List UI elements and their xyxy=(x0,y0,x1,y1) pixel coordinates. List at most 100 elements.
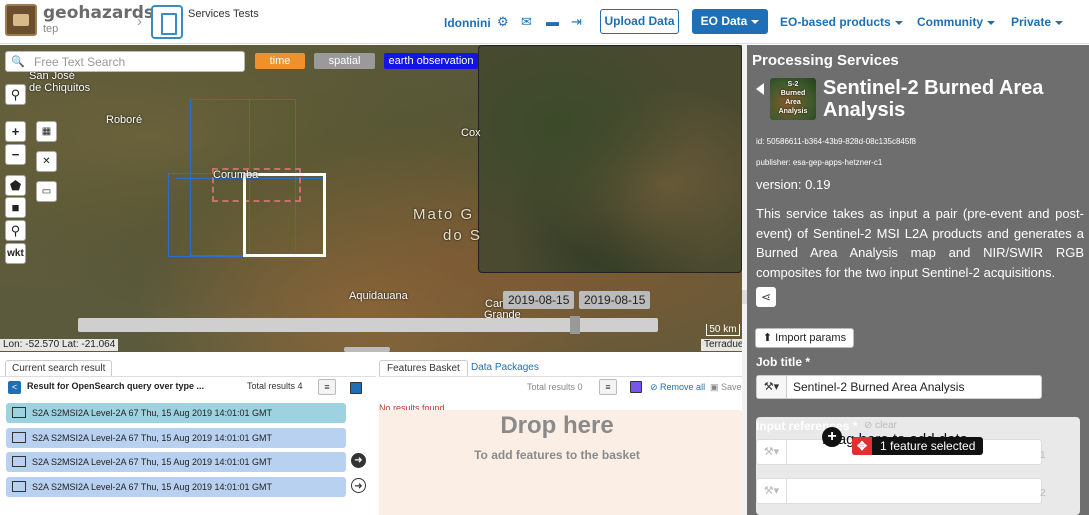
basket-color-picker[interactable] xyxy=(630,381,642,393)
results-color-picker[interactable] xyxy=(350,382,362,394)
draw-polygon-icon[interactable]: ⬟ xyxy=(5,175,26,196)
table-row[interactable]: S2A S2MSI2A Level-2A 67 Thu, 15 Aug 2019… xyxy=(6,477,346,497)
search-icon[interactable]: ⚲ xyxy=(5,84,26,105)
top-navbar: geohazards tep › Services Tests ldonnini… xyxy=(0,0,1089,44)
results-title: Result for OpenSearch query over type ..… xyxy=(27,381,205,391)
sign-out-icon[interactable]: ⇥ xyxy=(571,14,582,30)
search-results-panel: Current search result < Result for OpenS… xyxy=(0,352,376,515)
input-reference-field[interactable]: ⚒▾ xyxy=(756,478,1042,504)
service-version: version: 0.19 xyxy=(756,177,831,192)
place-label: Roboré xyxy=(106,114,143,126)
magic-wand-icon[interactable]: ⚒▾ xyxy=(757,376,787,398)
zoom-in-button[interactable]: + xyxy=(5,121,26,142)
draw-rectangle-icon[interactable]: ■ xyxy=(5,197,26,218)
filter-spatial-chip[interactable]: spatial xyxy=(314,53,375,69)
map-canvas[interactable]: San José de Chiquitos Roboré Corumba Cox… xyxy=(0,45,742,352)
footprint-icon xyxy=(12,456,26,467)
place-label: Cox xyxy=(461,127,481,139)
ruler-icon[interactable]: ▭ xyxy=(36,181,57,202)
magic-wand-icon[interactable]: ⚒▾ xyxy=(757,479,787,503)
drop-here-subtitle: To add features to the basket xyxy=(474,448,640,462)
app-root: geohazards tep › Services Tests ldonnini… xyxy=(0,0,1089,515)
magic-wand-icon[interactable]: ⚒▾ xyxy=(757,440,787,464)
basket-total-count: 0 xyxy=(577,382,583,392)
nav-eo-based-products[interactable]: EO-based products xyxy=(780,15,903,29)
service-id: id: 50586611-b364-43b9-828d-08c135c845f8 xyxy=(756,137,916,146)
timeline-handle[interactable] xyxy=(570,316,580,334)
drop-here-title: Drop here xyxy=(500,412,614,439)
timeline-start-date[interactable]: 2019-08-15 xyxy=(503,291,575,309)
cursor-coordinates: Lon: -52.570 Lat: -21.064 xyxy=(0,339,119,351)
basket-total: Total results 0 xyxy=(527,382,583,392)
services-document-icon[interactable] xyxy=(151,5,183,39)
tab-data-packages[interactable]: Data Packages xyxy=(471,362,539,373)
search-icon[interactable]: 🔍 xyxy=(11,55,25,68)
breadcrumb-chevron-icon: › xyxy=(137,13,142,30)
reference-index: 1 xyxy=(1040,450,1046,461)
import-params-button[interactable]: ⬆ Import params xyxy=(755,328,854,348)
service-thumbnail-label: S-2 Burned Area Analysis xyxy=(778,81,808,115)
table-row[interactable]: S2A S2MSI2A Level-2A 67 Thu, 15 Aug 2019… xyxy=(6,403,346,423)
map-attribution: Terradue xyxy=(701,339,742,351)
service-publisher: publisher: esa-gep-apps-hetzner-c1 xyxy=(756,158,883,167)
nav-community[interactable]: Community xyxy=(917,15,995,29)
arrow-right-icon[interactable]: ➜ xyxy=(351,478,366,493)
timeline-end-date[interactable]: 2019-08-15 xyxy=(579,291,651,309)
layers-icon[interactable]: ▦ xyxy=(36,121,57,142)
selected-footprint[interactable] xyxy=(243,173,326,257)
nav-private[interactable]: Private xyxy=(1011,15,1064,29)
table-row[interactable]: S2A S2MSI2A Level-2A 67 Thu, 15 Aug 2019… xyxy=(6,428,346,448)
eo-data-button[interactable]: EO Data xyxy=(692,9,768,34)
move-icon: ✥ xyxy=(852,437,872,455)
place-label: do S xyxy=(443,227,482,244)
job-title-label: Job title * xyxy=(756,355,811,369)
user-link[interactable]: ldonnini xyxy=(444,16,491,30)
tab-features-basket[interactable]: Features Basket xyxy=(379,360,468,377)
chevron-down-icon xyxy=(751,19,760,24)
back-arrow-icon[interactable] xyxy=(756,83,764,95)
processing-services-panel: Processing Services S-2 Burned Area Anal… xyxy=(747,45,1089,515)
free-text-search: 🔍 xyxy=(5,51,245,72)
save-link[interactable]: ▣ Save xyxy=(710,382,742,393)
gear-icon[interactable]: ⚙ xyxy=(497,14,509,30)
panel-title: Processing Services xyxy=(752,52,899,69)
total-results-count: 4 xyxy=(297,381,303,391)
place-label: Corumba xyxy=(213,169,259,181)
footprint-icon xyxy=(12,481,26,492)
arrow-right-icon[interactable]: ➜ xyxy=(351,453,366,468)
zoom-out-button[interactable]: − xyxy=(5,144,26,165)
clear-references-link[interactable]: ⊘ clear xyxy=(864,420,897,431)
total-results: Total results 4 xyxy=(247,381,303,391)
filter-time-chip[interactable]: time xyxy=(255,53,305,69)
table-row[interactable]: S2A S2MSI2A Level-2A 67 Thu, 15 Aug 2019… xyxy=(6,452,346,472)
envelope-icon[interactable]: ✉ xyxy=(521,14,532,30)
upload-data-button[interactable]: Upload Data xyxy=(600,9,679,34)
list-view-button[interactable]: ≡ xyxy=(599,379,617,395)
list-view-button[interactable]: ≡ xyxy=(318,379,336,395)
logo[interactable]: geohazards tep xyxy=(5,4,154,36)
plus-circle-icon: + xyxy=(822,427,842,447)
search-input[interactable] xyxy=(34,53,240,70)
chevron-down-icon xyxy=(1055,20,1064,25)
fullscreen-icon[interactable]: ✕ xyxy=(36,151,57,172)
book-icon[interactable]: ▬ xyxy=(546,14,559,29)
filter-earth-observation-chip[interactable]: earth observation xyxy=(384,53,478,69)
wkt-button[interactable]: wkt xyxy=(5,243,26,264)
place-label: Aquidauana xyxy=(349,290,408,302)
draw-point-icon[interactable]: ⚲ xyxy=(5,220,26,241)
share-icon[interactable]: < xyxy=(8,381,21,394)
chevron-down-icon xyxy=(894,20,903,25)
place-label: Mato G xyxy=(413,206,475,223)
feature-selected-pill: ✥ 1 feature selected xyxy=(852,437,984,455)
breadcrumb-services-tests[interactable]: Services Tests xyxy=(188,8,259,20)
service-description: This service takes as input a pair (pre-… xyxy=(756,206,1084,280)
place-label: San José de Chiquitos xyxy=(29,70,91,94)
share-icon[interactable]: ⋖ xyxy=(756,287,776,307)
tab-current-search-result[interactable]: Current search result xyxy=(5,360,113,377)
job-title-input[interactable] xyxy=(793,378,1038,396)
service-name: Sentinel-2 Burned Area Analysis xyxy=(823,77,1044,121)
remove-all-link[interactable]: ⊘ Remove all xyxy=(650,382,705,393)
geohazards-logo-icon xyxy=(5,4,37,36)
map-scale: 50 km xyxy=(706,324,740,336)
reference-index: 2 xyxy=(1040,488,1046,499)
